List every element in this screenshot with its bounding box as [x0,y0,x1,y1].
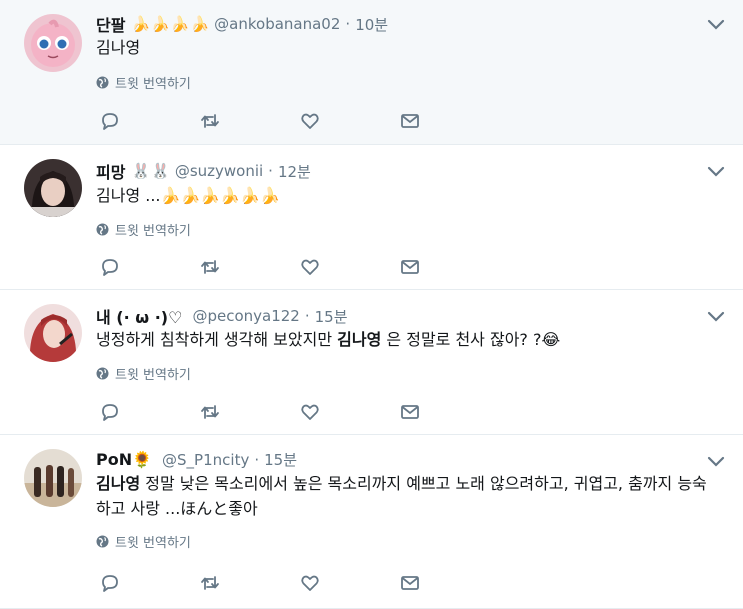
tweet[interactable]: 내 (· ω ·)♡ @peconya122 · 15분 냉정하게 침착하게 생… [0,290,743,435]
translate-label: 트윗 번역하기 [115,536,191,551]
tweet[interactable]: 단팔 🍌🍌🍌🍌 @ankobanana02 · 10분 김나영 트윗 번역하기 [0,0,743,145]
name-emojis: 🐰🐰 [131,162,171,180]
translate-tweet-link[interactable]: 트윗 번역하기 [96,532,191,551]
avatar[interactable] [24,304,82,362]
tweet-actions [99,572,421,594]
separator-dot: · [304,307,310,325]
display-name[interactable]: 단팔 [96,12,125,36]
separator-dot: · [268,162,273,180]
retweet-icon[interactable] [199,256,221,278]
display-name[interactable]: 피망 [96,159,125,183]
tweet[interactable]: 피망 🐰🐰 @suzywonii · 12분 김나영 ...🍌🍌🍌🍌🍌🍌 트윗 … [0,145,743,290]
globe-icon [96,76,109,89]
tweet[interactable]: PoN🌻 @S_P1ncity · 15분 김나영 정말 낮은 목소리에서 높은… [0,435,743,609]
message-icon[interactable] [399,572,421,594]
tweet-actions [99,256,421,278]
globe-icon [96,535,109,548]
tweet-actions [99,110,421,132]
tweet-text: 김나영 [96,38,141,57]
display-name[interactable]: 내 (· ω ·)♡ [96,304,182,328]
separator-dot: · [345,15,351,33]
like-icon[interactable] [299,110,321,132]
retweet-icon[interactable] [199,110,221,132]
avatar[interactable] [24,449,82,507]
reply-icon[interactable] [99,110,121,132]
translate-label: 트윗 번역하기 [115,77,191,92]
handle[interactable]: @suzywonii [175,162,263,180]
chevron-down-icon[interactable] [707,19,725,31]
reply-icon[interactable] [99,572,121,594]
avatar[interactable] [24,159,82,217]
handle[interactable]: @S_P1ncity [162,451,249,469]
display-name[interactable]: PoN🌻 [96,450,152,469]
message-icon[interactable] [399,401,421,423]
like-icon[interactable] [299,256,321,278]
globe-icon [96,367,109,380]
handle[interactable]: @peconya122 [192,307,299,325]
translate-tweet-link[interactable]: 트윗 번역하기 [96,364,191,383]
timestamp[interactable]: 12분 [278,161,311,182]
like-icon[interactable] [299,401,321,423]
retweet-icon[interactable] [199,572,221,594]
chevron-down-icon[interactable] [707,456,725,468]
retweet-icon[interactable] [199,401,221,423]
tweet-text: 냉정하게 침착하게 생각해 보았지만 김나영 은 정말로 천사 잖아? ?😂 [96,330,561,349]
translate-label: 트윗 번역하기 [115,224,191,239]
name-emojis: 🍌🍌🍌🍌 [131,15,211,33]
tweet-text: 김나영 ...🍌🍌🍌🍌🍌🍌 [96,186,281,205]
chevron-down-icon[interactable] [707,166,725,178]
chevron-down-icon[interactable] [707,311,725,323]
tweet-actions [99,401,421,423]
message-icon[interactable] [399,110,421,132]
timestamp[interactable]: 15분 [264,449,297,470]
avatar[interactable] [24,14,82,72]
reply-icon[interactable] [99,401,121,423]
handle[interactable]: @ankobanana02 [214,15,340,33]
timestamp[interactable]: 15분 [315,306,348,327]
message-icon[interactable] [399,256,421,278]
timeline: 단팔 🍌🍌🍌🍌 @ankobanana02 · 10분 김나영 트윗 번역하기 [0,0,743,609]
tweet-text: 김나영 정말 낮은 목소리에서 높은 목소리까지 예쁘고 노래 않으려하고, 귀… [96,474,707,518]
timestamp[interactable]: 10분 [355,14,388,35]
like-icon[interactable] [299,572,321,594]
translate-tweet-link[interactable]: 트윗 번역하기 [96,73,191,92]
reply-icon[interactable] [99,256,121,278]
translate-tweet-link[interactable]: 트윗 번역하기 [96,220,191,239]
translate-label: 트윗 번역하기 [115,368,191,383]
separator-dot: · [254,450,260,469]
globe-icon [96,223,109,236]
